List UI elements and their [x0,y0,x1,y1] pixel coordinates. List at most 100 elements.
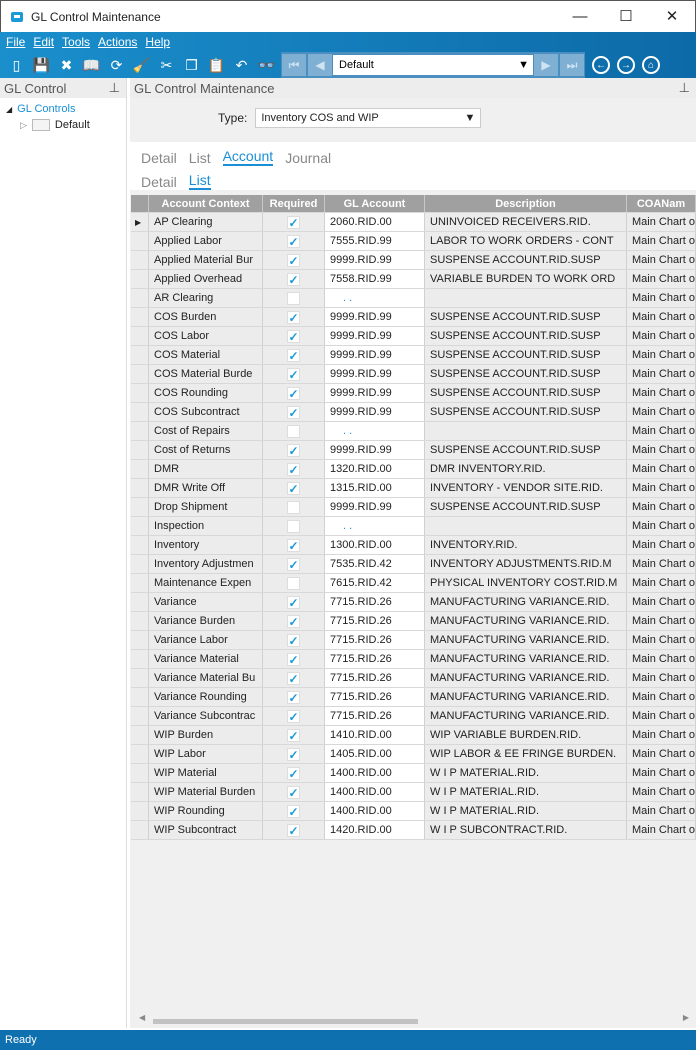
table-row[interactable]: WIP Subcontract ✓ 1420.RID.00 W I P SUBC… [131,821,696,840]
forward-icon[interactable]: → [617,56,635,74]
required-checkbox[interactable]: ✓ [287,234,300,248]
table-row[interactable]: Applied Labor ✓ 7555.RID.99 LABOR TO WOR… [131,232,696,251]
cut-icon[interactable]: ✂ [154,54,179,76]
gl-account-cell[interactable]: 7535.RID.42 [325,555,425,573]
maximize-button[interactable]: ☐ [603,1,649,31]
gl-account-cell[interactable]: 7715.RID.26 [325,612,425,630]
row-selector[interactable] [131,498,149,516]
row-selector[interactable]: ▶ [131,213,149,231]
gl-account-cell[interactable]: 1405.RID.00 [325,745,425,763]
table-row[interactable]: WIP Material Burden ✓ 1400.RID.00 W I P … [131,783,696,802]
gl-account-cell[interactable]: 9999.RID.99 [325,365,425,383]
pin-icon[interactable]: ⊥ [679,80,690,96]
gl-account-cell[interactable]: 7715.RID.26 [325,707,425,725]
scroll-right-icon[interactable]: ▶ [683,1013,689,1022]
horizontal-scrollbar[interactable]: ◀ ▶ [133,1013,693,1026]
row-selector[interactable] [131,745,149,763]
expanded-icon[interactable]: ◢ [6,105,12,114]
gl-account-cell[interactable]: 7715.RID.26 [325,688,425,706]
table-row[interactable]: Variance Rounding ✓ 7715.RID.26 MANUFACT… [131,688,696,707]
row-selector[interactable] [131,821,149,839]
required-checkbox[interactable]: ✓ [287,557,300,571]
back-icon[interactable]: ← [592,56,610,74]
paste-icon[interactable]: 📋 [204,54,229,76]
table-row[interactable]: COS Material Burde ✓ 9999.RID.99 SUSPENS… [131,365,696,384]
row-selector[interactable] [131,650,149,668]
gl-account-cell[interactable]: 7558.RID.99 [325,270,425,288]
open-book-icon[interactable]: 📖 [79,54,104,76]
gl-account-cell[interactable]: 7615.RID.42 [325,574,425,592]
subtab-detail[interactable]: Detail [141,174,177,190]
table-row[interactable]: WIP Rounding ✓ 1400.RID.00 W I P MATERIA… [131,802,696,821]
row-selector[interactable] [131,422,149,440]
row-selector[interactable] [131,612,149,630]
table-row[interactable]: DMR ✓ 1320.RID.00 DMR INVENTORY.RID. Mai… [131,460,696,479]
required-checkbox[interactable]: ✓ [287,272,300,286]
required-checkbox[interactable] [287,576,300,590]
row-selector[interactable] [131,726,149,744]
record-select[interactable]: Default ▼ [333,55,533,75]
row-selector[interactable] [131,270,149,288]
required-checkbox[interactable] [287,500,300,514]
table-row[interactable]: Inventory Adjustmen ✓ 7535.RID.42 INVENT… [131,555,696,574]
row-selector[interactable] [131,574,149,592]
table-row[interactable]: Cost of Returns ✓ 9999.RID.99 SUSPENSE A… [131,441,696,460]
column-header-description[interactable]: Description [425,195,627,212]
gl-account-cell[interactable]: 7715.RID.26 [325,650,425,668]
menu-help[interactable]: Help [145,35,170,49]
gl-account-cell[interactable]: . . [325,289,425,307]
table-row[interactable]: Applied Material Bur ✓ 9999.RID.99 SUSPE… [131,251,696,270]
required-checkbox[interactable]: ✓ [287,538,300,552]
gl-account-cell[interactable]: 1400.RID.00 [325,764,425,782]
required-checkbox[interactable]: ✓ [287,709,300,723]
delete-icon[interactable]: ✖ [54,54,79,76]
row-selector[interactable] [131,669,149,687]
tab-list[interactable]: List [189,150,211,166]
table-row[interactable]: COS Subcontract ✓ 9999.RID.99 SUSPENSE A… [131,403,696,422]
gl-account-cell[interactable]: 1410.RID.00 [325,726,425,744]
row-selector[interactable] [131,688,149,706]
row-selector[interactable] [131,555,149,573]
first-record-icon[interactable]: ⏮ [282,54,306,76]
row-selector[interactable] [131,441,149,459]
row-selector[interactable] [131,232,149,250]
menu-file[interactable]: File [6,35,25,49]
table-row[interactable]: WIP Material ✓ 1400.RID.00 W I P MATERIA… [131,764,696,783]
new-icon[interactable]: ▯ [4,54,29,76]
previous-record-icon[interactable]: ◀ [308,54,332,76]
close-button[interactable]: ✕ [649,1,695,31]
required-checkbox[interactable]: ✓ [287,728,300,742]
gl-account-cell[interactable]: 1400.RID.00 [325,783,425,801]
required-checkbox[interactable]: ✓ [287,329,300,343]
table-row[interactable]: AR Clearing . . Main Chart o [131,289,696,308]
required-checkbox[interactable]: ✓ [287,823,300,837]
tab-detail[interactable]: Detail [141,150,177,166]
required-checkbox[interactable]: ✓ [287,215,300,229]
table-row[interactable]: Variance ✓ 7715.RID.26 MANUFACTURING VAR… [131,593,696,612]
home-icon[interactable]: ⌂ [642,56,660,74]
gl-account-cell[interactable]: 7555.RID.99 [325,232,425,250]
table-row[interactable]: COS Rounding ✓ 9999.RID.99 SUSPENSE ACCO… [131,384,696,403]
gl-account-cell[interactable]: 9999.RID.99 [325,403,425,421]
gl-account-cell[interactable]: 7715.RID.26 [325,631,425,649]
column-header-required[interactable]: Required [263,195,325,212]
row-selector[interactable] [131,764,149,782]
required-checkbox[interactable]: ✓ [287,310,300,324]
row-selector[interactable] [131,384,149,402]
tab-account[interactable]: Account [222,148,274,166]
table-row[interactable]: Variance Burden ✓ 7715.RID.26 MANUFACTUR… [131,612,696,631]
required-checkbox[interactable]: ✓ [287,595,300,609]
required-checkbox[interactable]: ✓ [287,747,300,761]
table-row[interactable]: Variance Labor ✓ 7715.RID.26 MANUFACTURI… [131,631,696,650]
gl-account-cell[interactable]: 1320.RID.00 [325,460,425,478]
table-row[interactable]: DMR Write Off ✓ 1315.RID.00 INVENTORY - … [131,479,696,498]
pin-icon[interactable]: ⊥ [109,80,120,96]
row-selector[interactable] [131,802,149,820]
required-checkbox[interactable]: ✓ [287,405,300,419]
row-selector[interactable] [131,479,149,497]
row-selector[interactable] [131,308,149,326]
table-row[interactable]: WIP Labor ✓ 1405.RID.00 WIP LABOR & EE F… [131,745,696,764]
save-icon[interactable]: 💾 [29,54,54,76]
gl-account-cell[interactable]: 1420.RID.00 [325,821,425,839]
refresh-icon[interactable]: ⟳ [104,54,129,76]
